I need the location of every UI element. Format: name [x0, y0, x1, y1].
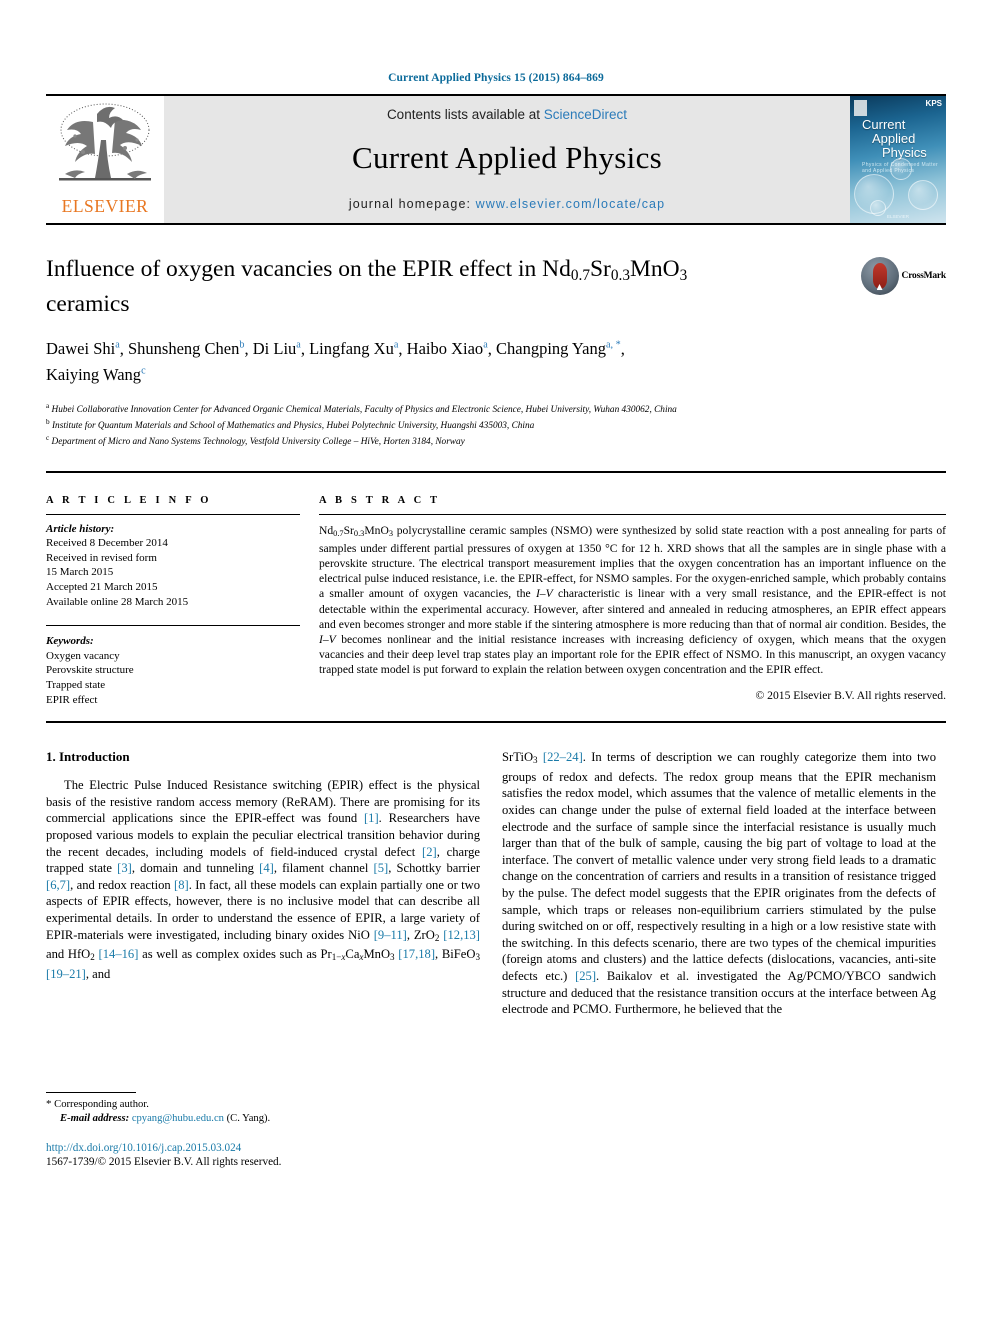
running-head: Current Applied Physics 15 (2015) 864–86…: [388, 72, 604, 84]
footnote-star: *: [46, 1098, 52, 1111]
sciencedirect-link[interactable]: ScienceDirect: [544, 107, 627, 122]
keyword-item: EPIR effect: [46, 693, 98, 706]
footnote-rule: [46, 1092, 136, 1094]
crossmark-label: CrossMark: [901, 271, 947, 281]
email-link[interactable]: cpyang@hubu.edu.cn: [132, 1113, 224, 1124]
email-suffix: (C. Yang).: [226, 1112, 271, 1124]
body-column-left: 1. Introduction The Electric Pulse Induc…: [46, 749, 480, 1169]
author-item: Haibo Xiaoa: [406, 339, 488, 359]
elsevier-tree-icon: [59, 103, 151, 181]
elsevier-wordmark: ELSEVIER: [61, 196, 149, 216]
corresponding-author-label: Corresponding author.: [54, 1099, 149, 1111]
history-item: Available online 28 March 2015: [46, 595, 189, 608]
body-columns: 1. Introduction The Electric Pulse Induc…: [46, 749, 946, 1169]
journal-cover-thumbnail: KPS Current Applied Physics Physics of C…: [850, 96, 946, 223]
intro-paragraph-right: SrTiO3 [22–24]. In terms of description …: [502, 750, 936, 1017]
crossmark-icon: [860, 257, 899, 295]
crossmark-badge[interactable]: CrossMark: [860, 257, 947, 295]
intro-paragraph-left: The Electric Pulse Induced Resistance sw…: [46, 778, 481, 981]
cover-elsevier-mini-icon: [854, 100, 867, 116]
affiliation-item: a Hubei Collaborative Innovation Center …: [46, 401, 677, 415]
paper-page: Current Applied Physics 15 (2015) 864–86…: [0, 0, 992, 1323]
homepage-prefix: journal homepage:: [348, 197, 476, 211]
abstract-copyright: © 2015 Elsevier B.V. All rights reserved…: [755, 688, 946, 702]
affiliation-item: b Institute for Quantum Materials and Sc…: [46, 418, 535, 432]
journal-masthead: ELSEVIER Contents lists available at Sci…: [46, 94, 946, 225]
homepage-url[interactable]: www.elsevier.com/locate/cap: [476, 197, 666, 211]
keyword-item: Trapped state: [46, 679, 106, 692]
section-heading-introduction: 1. Introduction: [46, 749, 130, 765]
email-label: E-mail address:: [60, 1112, 130, 1124]
cover-bubble-icon: [890, 158, 912, 180]
keyword-item: Perovskite structure: [46, 664, 134, 677]
abstract-column: A B S T R A C T Nd0.7Sr0.3MnO3 polycryst…: [319, 495, 946, 708]
cover-footer: ELSEVIER: [886, 214, 909, 219]
author-item: Lingfang Xua: [309, 339, 399, 359]
keyword-item: Oxygen vacancy: [46, 649, 120, 662]
affiliation-item: c Department of Micro and Nano Systems T…: [46, 434, 465, 448]
article-info-heading: A R T I C L E I N F O: [46, 494, 212, 506]
author-item: Shunsheng Chenb: [128, 339, 245, 359]
cover-title: Current Applied Physics: [862, 118, 927, 160]
cover-kps-badge: KPS: [925, 99, 942, 108]
cover-title-line3: Physics: [882, 145, 927, 160]
affiliation-list: a Hubei Collaborative Innovation Center …: [46, 400, 946, 449]
cover-title-line2: Applied: [872, 131, 916, 146]
doi-block: http://dx.doi.org/10.1016/j.cap.2015.03.…: [46, 1141, 480, 1169]
journal-title: Current Applied Physics: [352, 140, 662, 175]
title-area: CrossMark Influence of oxygen vacancies …: [46, 255, 946, 449]
abstract-rule: [319, 513, 946, 515]
issn-copyright-line: 1567-1739/© 2015 Elsevier B.V. All right…: [46, 1156, 282, 1169]
author-item: Kaiying Wangc: [46, 364, 146, 384]
contents-line: Contents lists available at ScienceDirec…: [387, 107, 627, 122]
page-title: Influence of oxygen vacancies on the EPI…: [46, 256, 688, 317]
abstract-text: Nd0.7Sr0.3MnO3 polycrystalline ceramic s…: [319, 523, 946, 677]
history-item: 15 March 2015: [46, 566, 114, 579]
article-history-label: Article history:: [46, 522, 115, 535]
contents-prefix: Contents lists available at: [386, 107, 544, 122]
history-item: Accepted 21 March 2015: [46, 581, 158, 594]
history-item: Received in revised form: [46, 551, 157, 564]
info-abstract-row: A R T I C L E I N F O Article history: R…: [46, 495, 946, 708]
author-item: Changping Yanga, *: [495, 339, 621, 359]
footnote-block: * Corresponding author. E-mail address: …: [46, 1092, 480, 1169]
article-history: Article history: Received 8 December 201…: [46, 522, 300, 610]
keywords-label: Keywords:: [46, 635, 94, 648]
author-item: Di Liua: [252, 339, 301, 359]
article-info-column: A R T I C L E I N F O Article history: R…: [46, 495, 300, 708]
elsevier-logo: ELSEVIER: [46, 96, 164, 223]
author-list: Dawei Shia, Shunsheng Chenb, Di Liua, Li…: [46, 339, 625, 384]
keyword-list: Keywords: Oxygen vacancy Perovskite stru…: [46, 625, 300, 707]
doi-link[interactable]: http://dx.doi.org/10.1016/j.cap.2015.03.…: [46, 1142, 241, 1154]
masthead-center: Contents lists available at ScienceDirec…: [164, 96, 850, 223]
journal-homepage: journal homepage: www.elsevier.com/locat…: [349, 197, 665, 211]
section-divider-top: [46, 470, 946, 473]
history-item: Received 8 December 2014: [46, 537, 168, 550]
cover-bubble-icon: [908, 180, 938, 210]
body-column-right: SrTiO3 [22–24]. In terms of description …: [502, 749, 936, 1169]
email-note: E-mail address: cpyang@hubu.edu.cn (C. Y…: [46, 1112, 480, 1126]
corresponding-author-note: * Corresponding author.: [46, 1098, 480, 1112]
abstract-heading: A B S T R A C T: [319, 494, 441, 506]
article-info-rule: [46, 513, 300, 515]
section-divider-bottom: [46, 721, 946, 724]
author-item: Dawei Shia: [46, 339, 120, 359]
cover-title-line1: Current: [862, 117, 906, 132]
